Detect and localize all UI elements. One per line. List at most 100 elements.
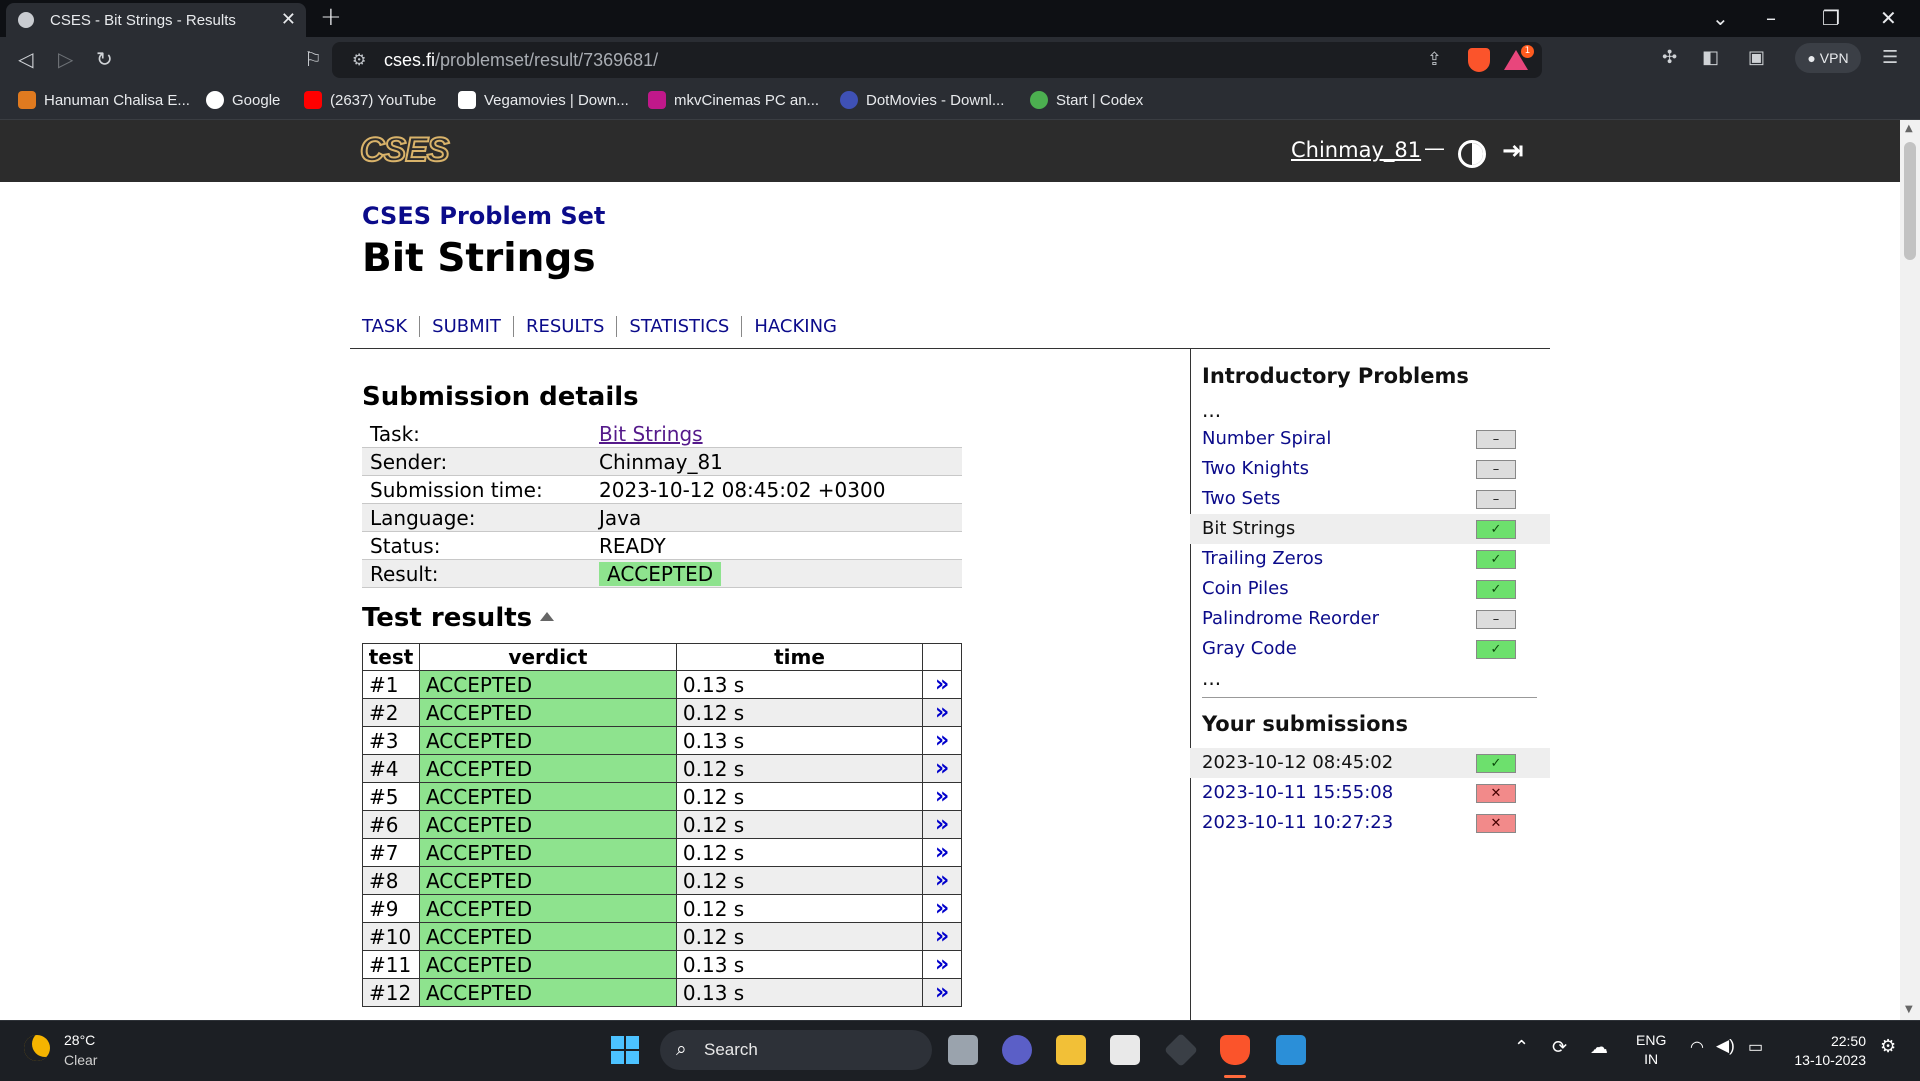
browser-tab[interactable]: CSES - Bit Strings - Results ✕ — [6, 3, 306, 37]
sidebar-problem-item[interactable]: Gray Code ✓ — [1190, 634, 1550, 664]
bookmark-item[interactable]: DotMovies - Downl... — [840, 91, 1004, 109]
url-text[interactable]: cses.fi/problemset/result/7369681/ — [384, 50, 658, 71]
view-test-link[interactable]: » — [922, 922, 962, 951]
chevron-up-icon[interactable]: ⌃ — [1514, 1037, 1529, 1058]
time-cell: 0.12 s — [675, 782, 924, 811]
sidebar-submission-item[interactable]: 2023-10-11 10:27:23 ✕ — [1190, 808, 1550, 838]
app-icon[interactable] — [1164, 1033, 1198, 1067]
sidebar-problem-item[interactable]: Number Spiral – — [1190, 424, 1550, 454]
cses-logo[interactable]: CSES — [359, 130, 451, 170]
collapse-arrow-icon[interactable] — [540, 612, 555, 621]
language-indicator[interactable]: ENG IN — [1636, 1031, 1666, 1069]
page-scrollbar[interactable]: ▲ ▼ — [1900, 120, 1920, 1020]
problem-nav: TASK SUBMIT RESULTS STATISTICS HACKING — [362, 316, 849, 340]
task-link[interactable]: Bit Strings — [599, 422, 703, 446]
logout-icon[interactable]: ⇥ — [1502, 136, 1524, 166]
close-tab-icon[interactable]: ✕ — [281, 9, 296, 30]
problem-link[interactable]: Two Knights — [1202, 458, 1309, 479]
battery-icon[interactable]: ▭ — [1748, 1037, 1763, 1057]
sidebar-problem-item[interactable]: Two Sets – — [1190, 484, 1550, 514]
scroll-thumb[interactable] — [1904, 142, 1916, 260]
forward-button[interactable]: ▷ — [58, 47, 73, 71]
view-test-link[interactable]: » — [922, 698, 962, 727]
brave-shields-icon[interactable] — [1468, 48, 1490, 72]
address-bar[interactable]: ⚙ cses.fi/problemset/result/7369681/ ⇪ 1 — [332, 42, 1542, 78]
view-test-link[interactable]: » — [922, 950, 962, 979]
problem-link[interactable]: Coin Piles — [1202, 578, 1289, 599]
problem-link[interactable]: Palindrome Reorder — [1202, 608, 1379, 629]
breadcrumb[interactable]: CSES Problem Set — [362, 202, 605, 230]
moon-icon[interactable] — [24, 1035, 50, 1061]
clock[interactable]: 22:50 13-10-2023 — [1794, 1032, 1866, 1070]
sidebar-problem-item[interactable]: Coin Piles ✓ — [1190, 574, 1550, 604]
sidebar-submission-item[interactable]: 2023-10-11 15:55:08 ✕ — [1190, 778, 1550, 808]
tab-statistics[interactable]: STATISTICS — [616, 316, 742, 337]
onedrive-icon[interactable]: ☁ — [1590, 1037, 1608, 1058]
sidebar-problem-item[interactable]: Trailing Zeros ✓ — [1190, 544, 1550, 574]
minimize-button[interactable]: – — [1766, 6, 1776, 30]
teams-chat-icon[interactable] — [1002, 1035, 1032, 1065]
contrast-toggle-icon[interactable] — [1458, 140, 1486, 168]
windows-start-icon[interactable] — [610, 1035, 640, 1065]
wallet-icon[interactable]: ▣ — [1748, 47, 1765, 68]
bookmark-item[interactable]: Hanuman Chalisa E... — [18, 91, 190, 109]
problem-link[interactable]: Number Spiral — [1202, 428, 1331, 449]
brave-browser-icon[interactable] — [1220, 1035, 1250, 1065]
bookmark-item[interactable]: Start | Codex — [1030, 91, 1143, 109]
microsoft-store-icon[interactable] — [1110, 1035, 1140, 1065]
site-info-icon[interactable]: ⚙ — [352, 50, 366, 69]
view-test-link[interactable]: » — [922, 754, 962, 783]
scroll-down-icon[interactable]: ▼ — [1905, 1004, 1913, 1015]
back-button[interactable]: ◁ — [18, 47, 33, 71]
sidebar-problem-item[interactable]: Two Knights – — [1190, 454, 1550, 484]
submission-link[interactable]: 2023-10-11 15:55:08 — [1202, 782, 1393, 803]
bookmark-item[interactable]: Vegamovies | Down... — [458, 91, 629, 109]
view-test-link[interactable]: » — [922, 894, 962, 923]
reload-button[interactable]: ↻ — [96, 47, 113, 71]
menu-icon[interactable]: ☰ — [1882, 47, 1898, 68]
vpn-button[interactable]: ● VPN — [1795, 43, 1861, 73]
sync-icon[interactable]: ⟳ — [1552, 1037, 1567, 1058]
close-window-button[interactable]: ✕ — [1880, 6, 1897, 30]
file-explorer-icon[interactable] — [1056, 1035, 1086, 1065]
task-view-icon[interactable] — [948, 1035, 978, 1065]
view-test-link[interactable]: » — [922, 670, 962, 699]
taskbar-search[interactable]: ⌕ Search — [660, 1030, 932, 1070]
verdict-cell: ACCEPTED — [418, 698, 677, 727]
wifi-icon[interactable]: ◠ — [1690, 1037, 1704, 1057]
view-test-link[interactable]: » — [922, 978, 962, 1007]
problem-link[interactable]: Trailing Zeros — [1202, 548, 1323, 569]
view-test-link[interactable]: » — [922, 726, 962, 755]
volume-icon[interactable]: ◀) — [1716, 1036, 1735, 1056]
tab-results[interactable]: RESULTS — [512, 316, 617, 337]
time-cell: 0.12 s — [675, 866, 924, 895]
tab-search-chevron-icon[interactable]: ⌄ — [1712, 6, 1729, 30]
bookmark-item[interactable]: mkvCinemas PC an... — [648, 91, 819, 109]
bookmark-item[interactable]: Google — [206, 91, 280, 109]
problem-link[interactable]: Gray Code — [1202, 638, 1297, 659]
tab-submit[interactable]: SUBMIT — [419, 316, 513, 337]
extensions-icon[interactable]: ✣ — [1662, 47, 1677, 68]
notification-icon[interactable]: ⚙ — [1880, 1036, 1896, 1057]
view-test-link[interactable]: » — [922, 782, 962, 811]
test-results-heading[interactable]: Test results — [362, 603, 555, 633]
bookmark-icon[interactable]: ⚐ — [304, 47, 322, 71]
share-icon[interactable]: ⇪ — [1427, 49, 1442, 70]
view-test-link[interactable]: » — [922, 838, 962, 867]
problem-link[interactable]: Two Sets — [1202, 488, 1280, 509]
restore-button[interactable]: ❐ — [1822, 6, 1840, 30]
new-tab-button[interactable]: + — [320, 2, 342, 32]
username-link[interactable]: Chinmay_81 — [1291, 138, 1421, 162]
sidebar-toggle-icon[interactable]: ◧ — [1702, 47, 1719, 68]
weather-temperature[interactable]: 28°C — [64, 1032, 95, 1048]
tab-hacking[interactable]: HACKING — [741, 316, 849, 337]
view-test-link[interactable]: » — [922, 866, 962, 895]
tab-task[interactable]: TASK — [362, 316, 419, 337]
view-test-link[interactable]: » — [922, 810, 962, 839]
bookmark-item[interactable]: (2637) YouTube — [304, 91, 436, 109]
vscode-icon[interactable] — [1276, 1035, 1306, 1065]
weather-condition[interactable]: Clear — [64, 1052, 97, 1068]
sidebar-problem-item[interactable]: Palindrome Reorder – — [1190, 604, 1550, 634]
submission-link[interactable]: 2023-10-11 10:27:23 — [1202, 812, 1393, 833]
scroll-up-icon[interactable]: ▲ — [1905, 123, 1913, 134]
